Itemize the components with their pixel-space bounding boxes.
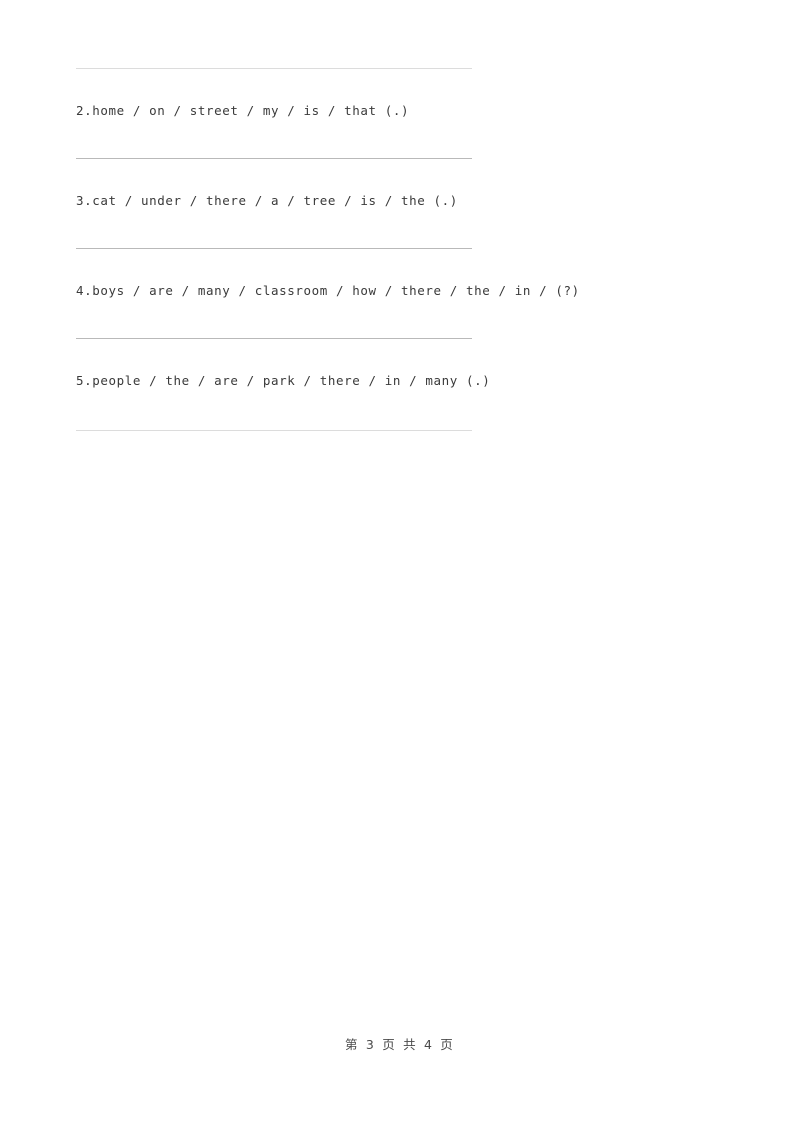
answer-rule-3 xyxy=(76,248,472,249)
answer-rule-2 xyxy=(76,158,472,159)
question-2-text: 2.home / on / street / my / is / that (.… xyxy=(76,103,410,118)
question-4-text: 4.boys / are / many / classroom / how / … xyxy=(76,283,580,298)
question-3-text: 3.cat / under / there / a / tree / is / … xyxy=(76,193,458,208)
worksheet-page: 2.home / on / street / my / is / that (.… xyxy=(0,0,800,1132)
page-footer: 第 3 页 共 4 页 xyxy=(345,1037,455,1052)
answer-rule-1 xyxy=(76,68,472,69)
question-5-text: 5.people / the / are / park / there / in… xyxy=(76,373,491,388)
answer-rule-4 xyxy=(76,338,472,339)
answer-rule-5 xyxy=(76,430,472,431)
